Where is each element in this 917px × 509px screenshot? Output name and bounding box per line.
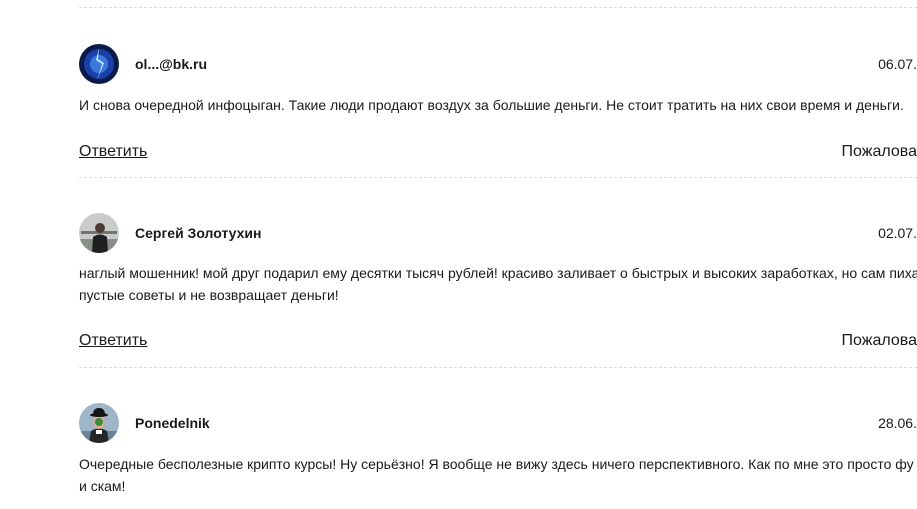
- comment-text: Очередные бесполезные крипто курсы! Ну с…: [79, 453, 917, 497]
- comment-text-line: и скам!: [79, 478, 126, 494]
- report-button[interactable]: Пожалова: [842, 143, 917, 161]
- comment-text-line: пустые советы и не возвращает деньги!: [79, 287, 339, 303]
- comment-text: наглый мошенник! мой друг подарил ему де…: [79, 262, 917, 306]
- comment-text: И снова очередной инфоцыган. Такие люди …: [79, 94, 917, 116]
- comment-date: 06.07.: [878, 56, 917, 72]
- avatar[interactable]: [79, 213, 119, 253]
- comment-author[interactable]: Сергей Золотухин: [135, 225, 261, 241]
- comment-author[interactable]: Ponedelnik: [135, 415, 210, 431]
- report-button[interactable]: Пожалова: [842, 332, 917, 350]
- avatar[interactable]: [79, 44, 119, 84]
- comment-text-line: наглый мошенник! мой друг подарил ему де…: [79, 265, 917, 281]
- comment-text-line: Очередные бесполезные крипто курсы! Ну с…: [79, 456, 914, 472]
- divider: [79, 177, 917, 178]
- avatar-lightning-image: [79, 44, 119, 84]
- reply-button[interactable]: Ответить: [79, 332, 147, 350]
- avatar[interactable]: [79, 403, 119, 443]
- divider: [79, 367, 917, 368]
- comment-author[interactable]: ol...@bk.ru: [135, 56, 207, 72]
- divider: [79, 7, 917, 8]
- comment-text-line: И снова очередной инфоцыган. Такие люди …: [79, 97, 904, 113]
- avatar-person-image: [79, 213, 119, 253]
- comment-date: 02.07.: [878, 225, 917, 241]
- reply-button[interactable]: Ответить: [79, 143, 147, 161]
- avatar-bowler-hat-man-image: [79, 403, 119, 443]
- comment-date: 28.06.: [878, 415, 917, 431]
